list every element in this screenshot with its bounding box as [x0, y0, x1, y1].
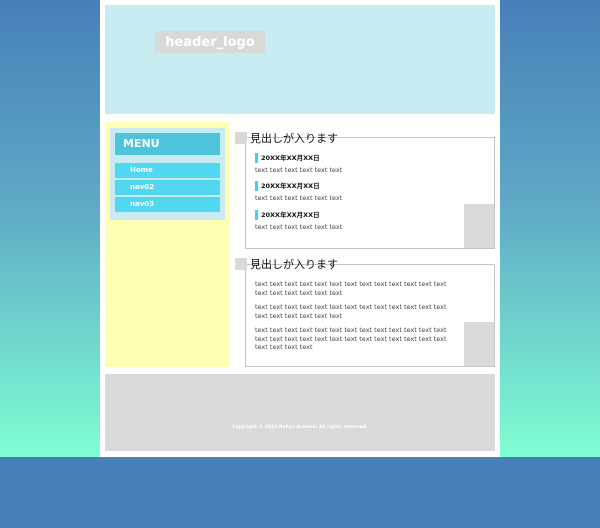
news-text: text text text text text text: [255, 166, 343, 174]
paragraph: text text text text text text text text …: [255, 303, 447, 320]
news-date[interactable]: 20XX年XX月XX日: [255, 181, 342, 191]
heading-square-icon: [235, 258, 247, 270]
news-text: text text text text text text: [255, 194, 343, 202]
menu-box: MENU Home nav02 nav03: [110, 128, 225, 220]
paragraph: text text text text text text text text …: [255, 280, 447, 297]
paragraph: text text text text text text text text …: [255, 326, 447, 351]
heading-text: 見出しが入ります: [250, 258, 338, 271]
news-text: text text text text text text: [255, 223, 343, 231]
news-box: 20XX年XX月XX日 text text text text text tex…: [245, 137, 495, 249]
footer: Copyright © 2023 Nahyo Aramaki All right…: [105, 374, 495, 451]
header: header_logo: [105, 5, 495, 114]
sidebar-item-home[interactable]: Home: [115, 163, 220, 178]
news-item: 20XX年XX月XX日 text text text text text tex…: [255, 153, 342, 174]
sidebar: MENU Home nav02 nav03: [105, 122, 230, 367]
news-date[interactable]: 20XX年XX月XX日: [255, 210, 342, 220]
copyright-text: Copyright © 2023 Nahyo Aramaki All right…: [232, 425, 368, 430]
heading-text: 見出しが入ります: [250, 132, 338, 145]
news-date[interactable]: 20XX年XX月XX日: [255, 153, 342, 163]
text-box: text text text text text text text text …: [245, 264, 495, 367]
sidebar-item-nav03[interactable]: nav03: [115, 197, 220, 212]
section-heading: 見出しが入ります: [235, 131, 338, 145]
corner-block: [464, 204, 494, 248]
news-item: 20XX年XX月XX日 text text text text text tex…: [255, 181, 342, 202]
section-heading: 見出しが入ります: [235, 257, 338, 271]
menu-title: MENU: [115, 133, 220, 155]
news-item: 20XX年XX月XX日 text text text text text tex…: [255, 210, 342, 231]
heading-square-icon: [235, 132, 247, 144]
sidebar-item-nav02[interactable]: nav02: [115, 180, 220, 195]
corner-block: [464, 322, 494, 366]
header-logo[interactable]: header_logo: [155, 31, 265, 53]
page-container: header_logo MENU Home nav02 nav03 20XX年X…: [100, 0, 500, 457]
